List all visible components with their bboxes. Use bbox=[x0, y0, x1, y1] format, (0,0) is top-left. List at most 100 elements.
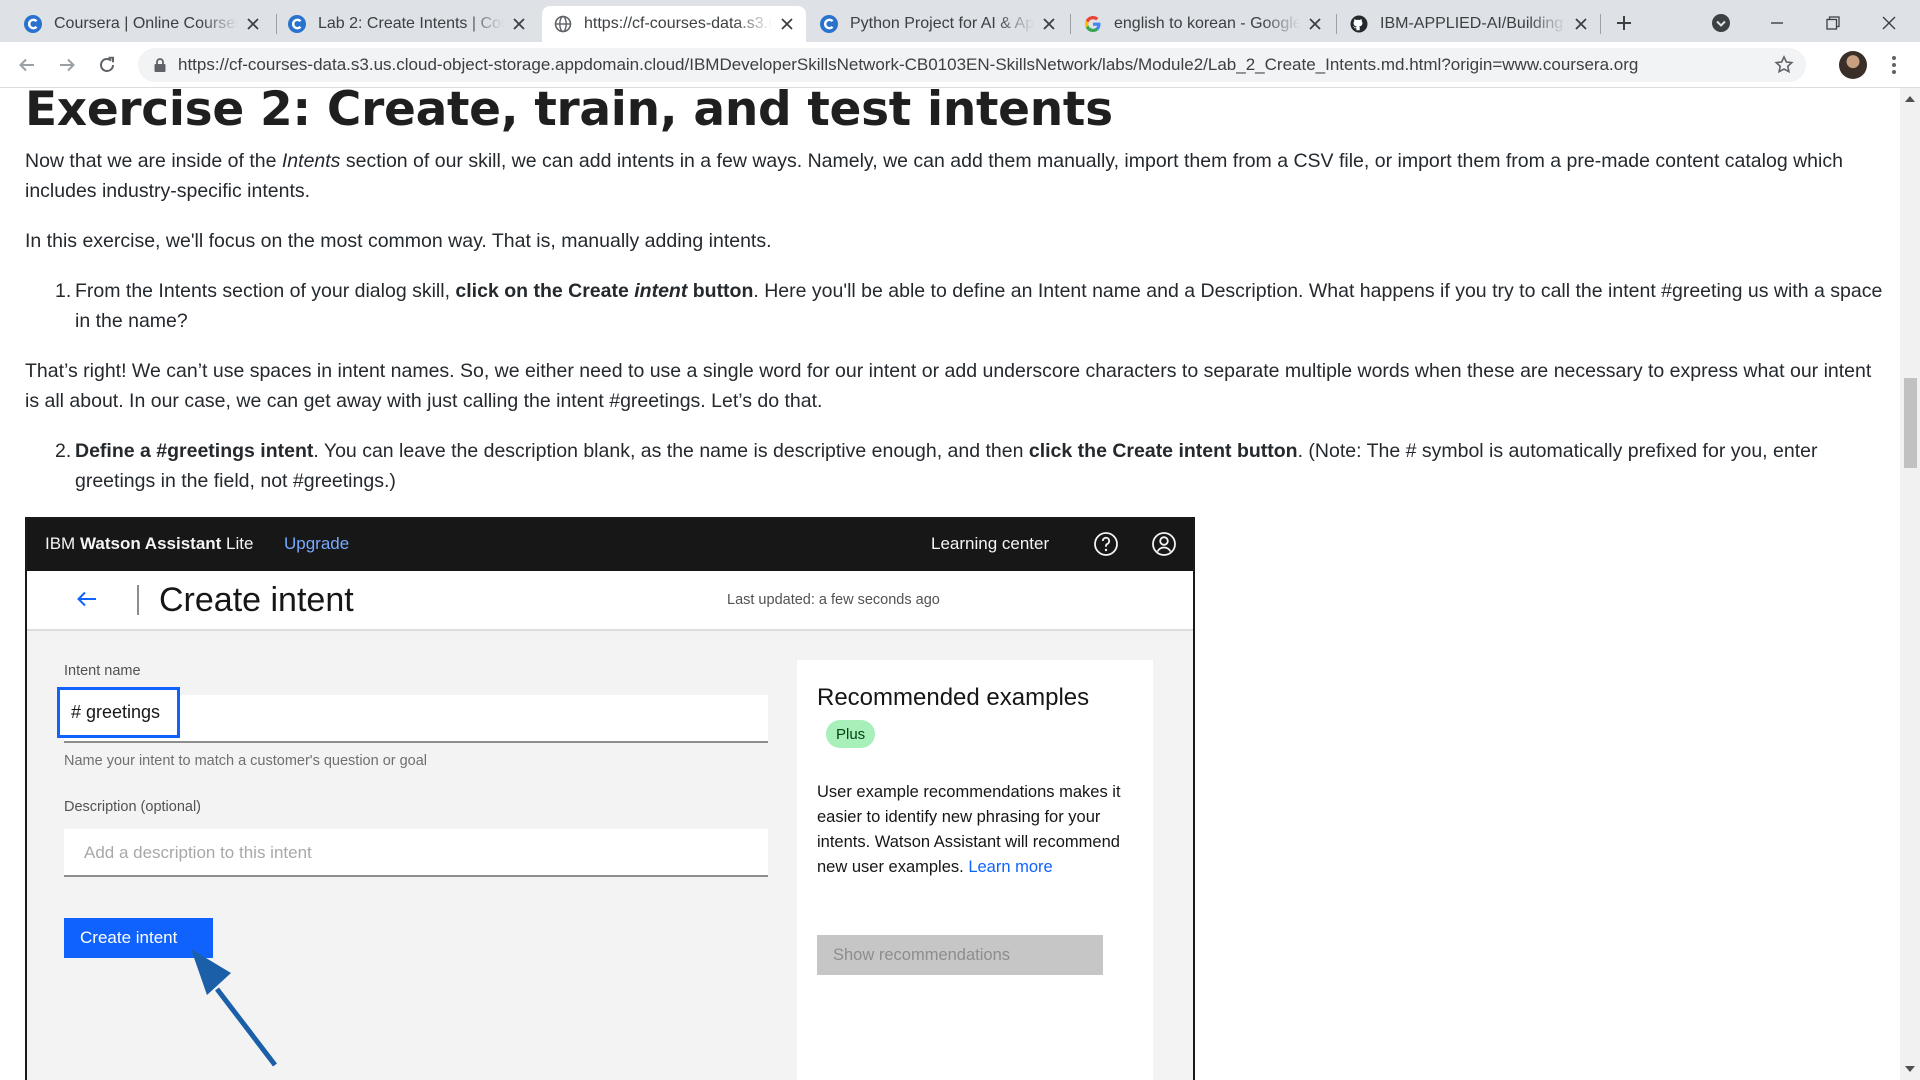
arrow-left-icon bbox=[19, 58, 34, 72]
tab-separator bbox=[1600, 14, 1601, 34]
tab-title: Coursera | Online Courses bbox=[54, 15, 238, 32]
tab-coursera[interactable]: Coursera | Online Courses bbox=[12, 6, 272, 42]
restore-icon bbox=[1826, 16, 1840, 30]
step-1-text-a: From the Intents section of your dialog … bbox=[75, 280, 456, 302]
help-icon bbox=[1094, 532, 1118, 556]
show-recommendations-label: Show recommendations bbox=[833, 945, 1011, 964]
close-icon bbox=[1882, 16, 1896, 30]
tab-search-dropdown-icon bbox=[1712, 14, 1730, 32]
address-bar[interactable]: https://cf-courses-data.s3.us.cloud-obje… bbox=[138, 48, 1806, 82]
browser-menu-button[interactable] bbox=[1880, 50, 1908, 80]
profile-avatar[interactable] bbox=[1839, 51, 1867, 79]
intro-paragraph: Now that we are inside of the Intents se… bbox=[25, 146, 1885, 206]
annotation-arrow-icon bbox=[191, 949, 277, 1067]
coursera-icon bbox=[24, 15, 42, 33]
tab-active-lab-page[interactable]: https://cf-courses-data.s3.us.cloud-obje… bbox=[542, 6, 806, 42]
learn-more-link: Learn more bbox=[968, 858, 1053, 876]
brand-tier: Lite bbox=[221, 534, 254, 553]
reload-button[interactable] bbox=[90, 48, 124, 82]
recommended-examples-card: Recommended examples Plus User example r… bbox=[797, 660, 1153, 1080]
create-intent-label: Create intent bbox=[80, 928, 178, 947]
close-tab-icon[interactable] bbox=[510, 15, 528, 33]
brand-ibm: IBM bbox=[45, 534, 80, 553]
page-viewport: Exercise 2: Create, train, and test inte… bbox=[0, 88, 1900, 1080]
learning-center-link: Learning center bbox=[931, 534, 1050, 553]
intent-name-label: Intent name bbox=[64, 663, 141, 679]
tab-title: Lab 2: Create Intents | Coursera bbox=[318, 15, 504, 32]
tab-separator bbox=[1336, 14, 1337, 34]
lab-article: Exercise 2: Create, train, and test inte… bbox=[25, 88, 1885, 496]
tab-title: english to korean - Google Search bbox=[1114, 15, 1300, 32]
google-icon bbox=[1084, 15, 1101, 33]
watson-brand: IBM Watson Assistant Lite bbox=[45, 534, 253, 554]
url-text[interactable]: https://cf-courses-data.s3.us.cloud-obje… bbox=[178, 55, 1638, 75]
close-window-button[interactable] bbox=[1872, 6, 1906, 40]
plus-icon bbox=[1617, 16, 1631, 30]
new-tab-button[interactable] bbox=[1607, 6, 1641, 40]
step-2-bold-a: Define a #greetings intent bbox=[75, 440, 314, 462]
close-tab-icon[interactable] bbox=[1572, 15, 1590, 33]
step-2: 2. Define a #greetings intent. You can l… bbox=[25, 436, 1885, 496]
close-tab-icon[interactable] bbox=[778, 15, 796, 33]
page-scrollbar[interactable] bbox=[1900, 88, 1920, 1080]
scroll-thumb[interactable] bbox=[1904, 378, 1917, 468]
tab-title: Python Project for AI & Application Deve… bbox=[850, 15, 1034, 32]
reload-icon bbox=[100, 56, 114, 72]
focus-paragraph: In this exercise, we'll focus on the mos… bbox=[25, 230, 772, 252]
tab-strip: Coursera | Online Courses Lab 2: Create … bbox=[0, 0, 1920, 42]
browser-toolbar: https://cf-courses-data.s3.us.cloud-obje… bbox=[0, 42, 1920, 88]
minimize-icon bbox=[1771, 22, 1783, 24]
description-label: Description (optional) bbox=[64, 799, 202, 815]
scroll-up-button[interactable] bbox=[1900, 92, 1920, 106]
step-1: 1. From the Intents section of your dial… bbox=[25, 276, 1885, 336]
tab-github[interactable]: IBM-APPLIED-AI/Building AI Powered Chatb… bbox=[1338, 6, 1600, 42]
back-button[interactable] bbox=[10, 48, 44, 82]
tab-search-button[interactable] bbox=[1704, 6, 1738, 40]
coursera-icon bbox=[288, 15, 306, 33]
header-divider bbox=[137, 585, 139, 615]
description-field: Add a description to this intent bbox=[64, 829, 768, 877]
bookmark-star-icon[interactable] bbox=[1774, 55, 1794, 75]
create-intent-title: Create intent bbox=[159, 581, 354, 619]
step-1-bold-emphasis: intent bbox=[634, 280, 688, 302]
plus-badge: Plus bbox=[826, 720, 876, 748]
upgrade-link: Upgrade bbox=[284, 534, 350, 553]
last-updated-text: Last updated: a few seconds ago bbox=[727, 592, 940, 608]
restore-button[interactable] bbox=[1816, 6, 1850, 40]
tab-python-project[interactable]: Python Project for AI & Application Deve… bbox=[808, 6, 1068, 42]
close-tab-icon[interactable] bbox=[244, 15, 262, 33]
brand-product: Watson Assistant bbox=[79, 534, 222, 553]
scroll-up-arrow-icon bbox=[1905, 96, 1915, 102]
forward-button[interactable] bbox=[50, 48, 84, 82]
step-2-bold-b: click the Create intent button bbox=[1028, 440, 1298, 462]
tab-title: IBM-APPLIED-AI/Building AI Powered Chatb… bbox=[1380, 15, 1566, 32]
step-number: 2. bbox=[55, 440, 72, 462]
user-avatar-icon bbox=[1152, 532, 1176, 556]
create-intent-screenshot: IBM Watson Assistant Lite Upgrade Learni… bbox=[25, 517, 1195, 1080]
lock-icon[interactable] bbox=[152, 57, 168, 73]
recommended-examples-title: Recommended examples bbox=[817, 684, 1090, 711]
intro-text-a: Now that we are inside of the bbox=[25, 150, 282, 172]
tab-google-search[interactable]: english to korean - Google Search bbox=[1072, 6, 1334, 42]
show-recommendations-button: Show recommendations bbox=[817, 935, 1103, 975]
close-tab-icon[interactable] bbox=[1040, 15, 1058, 33]
scroll-down-button[interactable] bbox=[1900, 1062, 1920, 1076]
description-placeholder: Add a description to this intent bbox=[84, 843, 312, 862]
arrow-left-icon bbox=[77, 591, 96, 607]
scroll-down-arrow-icon bbox=[1905, 1066, 1915, 1072]
step-number: 1. bbox=[55, 280, 72, 302]
more-vertical-icon bbox=[1892, 56, 1896, 74]
close-tab-icon[interactable] bbox=[1306, 15, 1324, 33]
intro-emphasis: Intents bbox=[281, 150, 341, 172]
globe-icon bbox=[554, 15, 572, 33]
minimize-button[interactable] bbox=[1760, 6, 1794, 40]
tab-title: https://cf-courses-data.s3.us.cloud-obje… bbox=[584, 15, 772, 32]
exercise-heading: Exercise 2: Create, train, and test inte… bbox=[25, 88, 1113, 137]
arrow-right-icon bbox=[60, 58, 75, 72]
tab-lab2[interactable]: Lab 2: Create Intents | Coursera bbox=[276, 6, 538, 42]
github-icon bbox=[1350, 15, 1368, 33]
coursera-icon bbox=[820, 15, 838, 33]
watson-top-bar: IBM Watson Assistant Lite Upgrade Learni… bbox=[27, 519, 1193, 571]
step-1-bold: click on the Create bbox=[455, 280, 635, 302]
step-1-bold-end: button bbox=[687, 280, 754, 302]
